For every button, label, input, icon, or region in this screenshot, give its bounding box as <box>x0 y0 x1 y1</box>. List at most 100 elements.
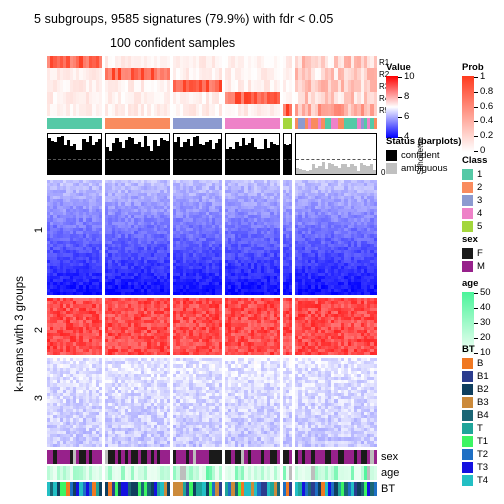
prob-heatmap-row <box>173 80 222 92</box>
class-cell <box>373 118 378 129</box>
class-cell <box>98 118 102 129</box>
main-heatmap-block <box>105 180 170 448</box>
prob-heatmap-row <box>225 104 280 116</box>
heatmap-cell <box>166 92 170 104</box>
heatmap-cell <box>218 68 222 80</box>
prob-heatmap-row <box>283 104 292 116</box>
prob-heatmap-row <box>47 92 102 104</box>
heatmap-cell <box>373 80 378 92</box>
prob-heatmap-block <box>173 56 222 116</box>
silhouette-bar <box>165 141 170 174</box>
heatmap-cell <box>98 291 102 296</box>
silhouette-barplot <box>295 133 377 175</box>
heatmap-cell <box>276 68 280 80</box>
heatmap-cell <box>289 104 292 116</box>
heatmap-cell <box>373 56 378 68</box>
heatmap-cell <box>166 68 170 80</box>
prob-heatmap-row <box>225 80 280 92</box>
heatmap-cell <box>98 68 102 80</box>
probability-heatmap <box>47 56 378 116</box>
heatmap-cell <box>218 80 222 92</box>
silhouette-barplot <box>105 133 170 175</box>
heatmap-cell <box>218 291 222 296</box>
heatmap-cell <box>98 80 102 92</box>
prob-heatmap-row <box>295 104 378 116</box>
class-bar-block <box>173 118 222 129</box>
prob-heatmap-row <box>225 56 280 68</box>
silhouette-threshold-line <box>48 158 101 160</box>
heatmap-cell <box>218 56 222 68</box>
heatmap-cell <box>276 56 280 68</box>
prob-heatmap-row <box>173 104 222 116</box>
main-heatmap-row <box>47 443 102 448</box>
main-heatmap-block <box>47 180 102 448</box>
heatmap-cell <box>373 104 378 116</box>
heatmap-cell <box>98 56 102 68</box>
heatmap-cell <box>98 92 102 104</box>
prob-heatmap-block <box>283 56 292 116</box>
heatmap-cell <box>276 92 280 104</box>
heatmap-cell <box>289 80 292 92</box>
class-bar-block <box>105 118 170 129</box>
class-bar-block <box>225 118 280 129</box>
main-heatmap-row <box>173 291 222 296</box>
prob-heatmap-block <box>295 56 378 116</box>
heatmap-cell <box>218 351 222 356</box>
prob-heatmap-block <box>225 56 280 116</box>
prob-heatmap-row <box>47 56 102 68</box>
prob-heatmap-row <box>295 80 378 92</box>
prob-heatmap-row <box>283 68 292 80</box>
prob-heatmap-row <box>295 68 378 80</box>
heatmap-cell <box>166 291 170 296</box>
subtitle: 100 confident samples <box>110 36 236 50</box>
silhouette-barplot <box>47 133 102 175</box>
silhouette-barplot <box>173 133 222 175</box>
prob-heatmap-row <box>225 68 280 80</box>
heatmap-cell <box>166 80 170 92</box>
prob-heatmap-row <box>283 56 292 68</box>
silhouette-threshold-line <box>174 158 221 160</box>
heatmap-cell <box>276 80 280 92</box>
prob-heatmap-row <box>105 56 170 68</box>
main-heatmap-row <box>47 291 102 296</box>
silhouette-threshold-line <box>284 158 291 160</box>
heatmap-cell <box>289 92 292 104</box>
heatmap-cell <box>98 443 102 448</box>
main-heatmap-row <box>173 351 222 356</box>
heatmap-cell <box>98 104 102 116</box>
prob-heatmap-block <box>47 56 102 116</box>
heatmap-cell <box>276 104 280 116</box>
class-cell <box>166 118 170 129</box>
silhouette-bar <box>217 138 222 174</box>
heatmap-cell <box>373 92 378 104</box>
heatmap-cell <box>373 68 378 80</box>
prob-heatmap-row <box>47 104 102 116</box>
heatmap-figure: 5 subgroups, 9585 signatures (79.9%) wit… <box>0 0 504 504</box>
prob-heatmap-row <box>105 80 170 92</box>
class-cell <box>218 118 222 129</box>
class-cell <box>289 118 292 129</box>
main-heatmap-block <box>173 180 222 448</box>
heatmap-cell <box>218 92 222 104</box>
prob-heatmap-row <box>283 80 292 92</box>
main-heatmap-row <box>47 351 102 356</box>
heatmap-cell <box>166 104 170 116</box>
heatmap-cell <box>289 68 292 80</box>
prob-heatmap-row <box>295 92 378 104</box>
heatmap-cell <box>289 56 292 68</box>
silhouette-threshold-line <box>296 158 376 160</box>
silhouette-bar <box>98 139 102 174</box>
silhouette-barplot <box>225 133 280 175</box>
main-heatmap-row <box>105 291 170 296</box>
heatmap-cell <box>98 351 102 356</box>
silhouette-threshold-line <box>226 158 279 160</box>
class-bar-block <box>47 118 102 129</box>
main-heatmap-row <box>105 443 170 448</box>
prob-heatmap-row <box>105 92 170 104</box>
class-annotation-bar <box>47 118 378 129</box>
prob-heatmap-block <box>105 56 170 116</box>
prob-heatmap-row <box>47 68 102 80</box>
prob-heatmap-row <box>173 92 222 104</box>
heatmap-cell <box>166 351 170 356</box>
heatmap-cell <box>166 56 170 68</box>
